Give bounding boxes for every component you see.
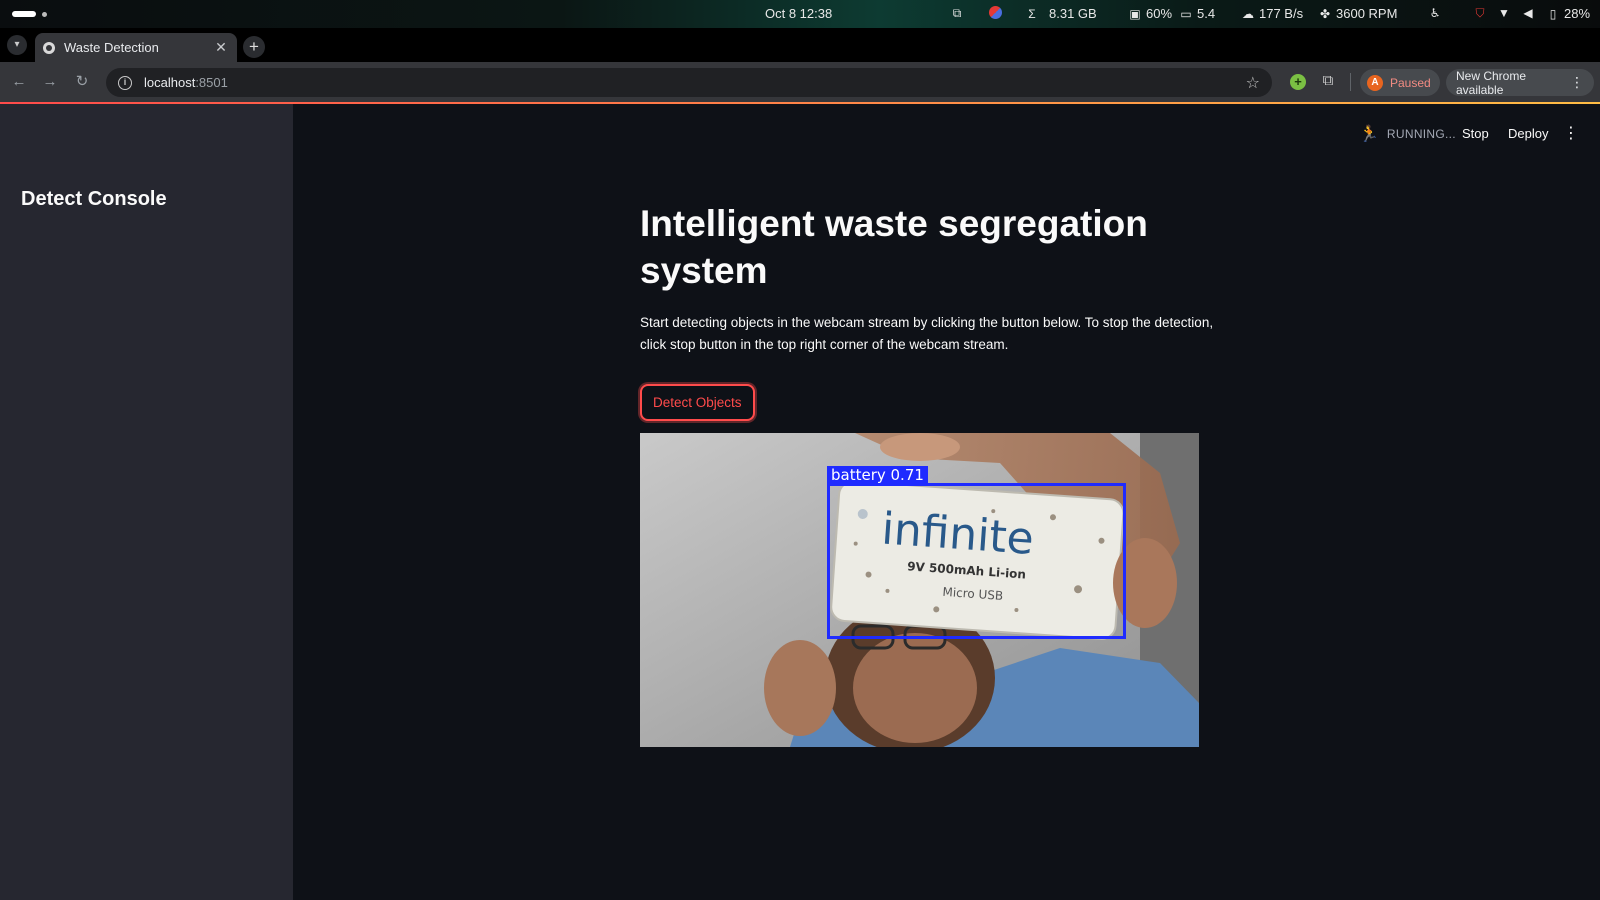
memory-value: 8.31 GB — [1049, 6, 1097, 21]
volume-icon[interactable]: ◀ — [1521, 6, 1535, 20]
browser-tab[interactable]: Waste Detection ✕ — [35, 33, 237, 62]
os-top-bar: Oct 8 12:38 ⧉ Σ 8.31 GB ▣ 60% ▭ 5.4 ☁ 17… — [0, 0, 1600, 28]
tab-title: Waste Detection — [64, 40, 159, 55]
toolbar-divider — [1350, 73, 1351, 91]
info-icon[interactable]: i — [118, 75, 132, 90]
chrome-ext-icon[interactable] — [989, 6, 1002, 19]
sigma-icon: Σ — [1028, 6, 1036, 21]
reload-icon[interactable]: ↻ — [72, 72, 92, 92]
battery-icon: ▯ — [1549, 6, 1557, 21]
detect-objects-button[interactable]: Detect Objects — [640, 384, 755, 421]
monitor-icon: ▭ — [1180, 6, 1192, 21]
screen-share-icon[interactable]: ⧉ — [950, 6, 964, 20]
cpu-value: 60% — [1146, 6, 1173, 21]
fan-icon: ✤ — [1319, 6, 1331, 21]
back-icon[interactable]: ← — [9, 72, 29, 92]
load-indicator[interactable]: ▭ 5.4 — [1179, 6, 1215, 21]
fan-indicator[interactable]: ✤ 3600 RPM — [1318, 6, 1397, 21]
avatar: A — [1367, 74, 1383, 91]
plus-icon[interactable]: + — [243, 36, 265, 58]
sidebar: Detect Console — [0, 104, 293, 900]
load-value: 5.4 — [1197, 6, 1216, 21]
fan-value: 3600 RPM — [1336, 6, 1398, 21]
close-icon[interactable]: ✕ — [213, 39, 229, 56]
workspace-indicator-icon[interactable] — [12, 11, 47, 17]
detection-label: battery 0.71 — [827, 466, 928, 484]
deploy-button[interactable]: Deploy — [1508, 126, 1548, 141]
clock[interactable]: Oct 8 12:38 — [765, 6, 832, 21]
battery-value: 28% — [1564, 6, 1591, 21]
update-chrome-button[interactable]: New Chrome available ⋮ — [1446, 68, 1594, 97]
extension-green-icon[interactable]: + — [1290, 74, 1306, 90]
url-port: :8501 — [195, 75, 228, 90]
network-value: 177 B/s — [1259, 6, 1304, 21]
intro-text: Start detecting objects in the webcam st… — [640, 315, 1214, 352]
shield-icon[interactable]: ⛉ — [1473, 6, 1487, 20]
runner-icon: 🏃 — [1359, 126, 1379, 143]
app-header: 🏃 RUNNING... Stop Deploy ⋮ — [293, 104, 1600, 164]
battery-indicator[interactable]: ▯ 28% — [1546, 6, 1590, 21]
puzzle-icon[interactable]: ⧉ — [1318, 72, 1338, 92]
accessibility-icon[interactable]: ♿ — [1428, 6, 1442, 20]
kebab-icon[interactable]: ⋮ — [1570, 74, 1584, 91]
kebab-icon[interactable]: ⋮ — [1563, 123, 1579, 143]
tab-list-icon[interactable]: ▾ — [7, 35, 27, 55]
url-host: localhost — [144, 75, 196, 90]
update-label: New Chrome available — [1456, 68, 1527, 97]
workspace-dot[interactable] — [42, 11, 47, 17]
browser-toolbar: ← → ↻ i localhost:8501 ☆ + ⧉ A Paused Ne… — [0, 62, 1600, 102]
browser-tab-strip: ▾ Waste Detection ✕ + — [0, 28, 1600, 62]
workspace-active[interactable] — [12, 11, 36, 17]
memory-indicator[interactable]: Σ 8.31 GB — [1025, 6, 1097, 21]
page-title: Intelligent waste segregation system — [640, 203, 1148, 291]
detection-bounding-box — [827, 483, 1126, 639]
address-bar[interactable]: i localhost:8501 ☆ — [106, 68, 1272, 97]
wifi-icon[interactable]: ▼ — [1497, 6, 1511, 20]
network-indicator[interactable]: ☁ 177 B/s — [1241, 6, 1303, 21]
favicon-icon — [43, 41, 55, 54]
cpu-icon: ▣ — [1129, 6, 1141, 21]
forward-icon[interactable]: → — [40, 72, 60, 92]
star-icon[interactable]: ☆ — [1246, 73, 1260, 93]
stop-button[interactable]: Stop — [1462, 126, 1489, 141]
profile-status: Paused — [1390, 75, 1431, 90]
sidebar-title: Detect Console — [21, 188, 167, 210]
cloud-upload-icon: ☁ — [1242, 6, 1254, 21]
cpu-indicator[interactable]: ▣ 60% — [1128, 6, 1172, 21]
status-text: RUNNING... — [1386, 127, 1456, 141]
running-status: 🏃 RUNNING... — [1359, 124, 1456, 144]
profile-button[interactable]: A Paused — [1360, 69, 1440, 96]
webcam-stream[interactable]: infinite 9V 500mAh Li-ion Micro USB batt… — [640, 433, 1199, 747]
